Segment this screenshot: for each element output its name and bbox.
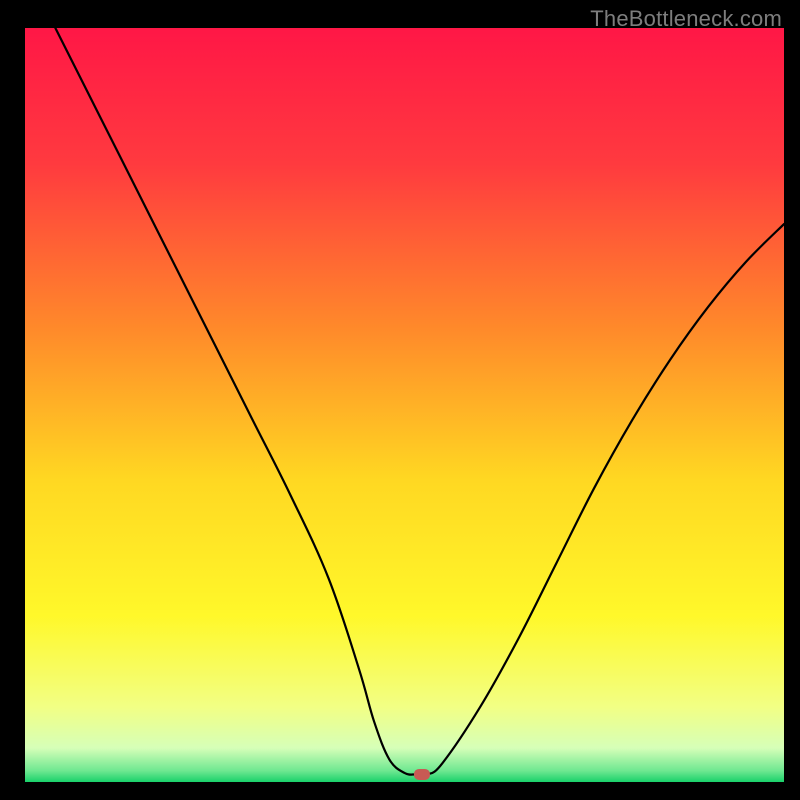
- optimum-marker: [414, 769, 430, 780]
- plot-area: [25, 28, 784, 782]
- bottleneck-chart: TheBottleneck.com: [0, 0, 800, 800]
- chart-svg: [0, 0, 800, 800]
- watermark-label: TheBottleneck.com: [590, 6, 782, 32]
